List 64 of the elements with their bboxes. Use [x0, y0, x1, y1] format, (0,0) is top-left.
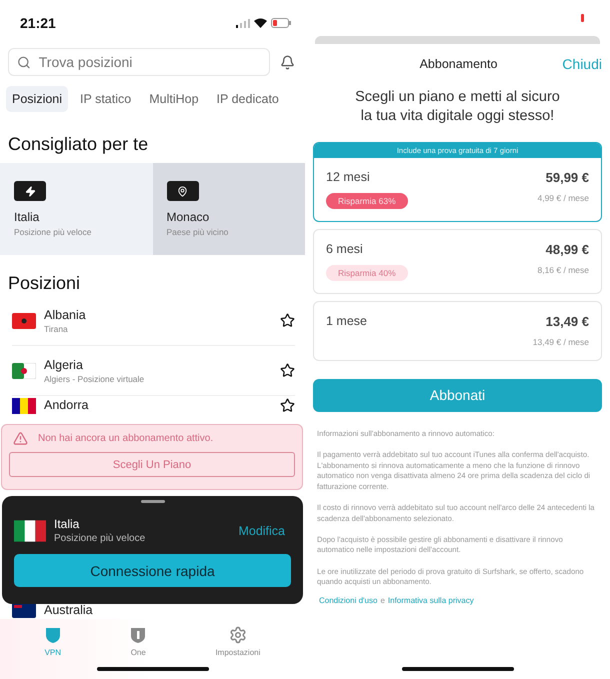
link-joiner: e	[380, 596, 385, 605]
card-subtitle: Paese più vicino	[166, 227, 230, 237]
location-subtitle: Tirana	[44, 324, 69, 334]
location-card[interactable]: Monaco Paese più vicino	[152, 163, 305, 255]
plan-option[interactable]: 6 mesi 48,99 € Risparmia 40% 8,16 € / mese	[313, 228, 602, 294]
plan-price: 59,99 €	[544, 170, 589, 185]
star-icon[interactable]	[280, 398, 295, 413]
card-subtitle: Posizione più veloce	[14, 227, 92, 237]
edit-link[interactable]: Modifica	[232, 522, 291, 538]
sheet-handle[interactable]	[140, 500, 164, 503]
tab[interactable]: MultiHop	[143, 86, 205, 112]
monthly-price: 4,99 € / mese	[537, 192, 589, 205]
location-subtitle: Posizione più veloce	[54, 533, 146, 544]
card-title: Monaco	[166, 210, 210, 224]
location-name[interactable]: Andorra	[44, 398, 272, 412]
signal-icon	[236, 18, 250, 28]
map-pin-icon	[166, 181, 198, 201]
plan-duration: 6 mesi	[326, 242, 364, 257]
plan-option[interactable]: 1 mese 13,49 € 13,49 € / mese	[313, 300, 602, 361]
plan-price: 48,99 €	[544, 242, 589, 257]
location-card[interactable]: Italia Posizione più veloce	[0, 163, 152, 255]
search-icon	[17, 54, 31, 70]
tab[interactable]: IP statico	[74, 86, 138, 112]
savings-tag: Risparmia 63%	[326, 192, 408, 209]
plan-duration: 1 mese	[326, 314, 368, 330]
sheet-title: Abbonamento	[420, 57, 498, 71]
alert-message: Non hai ancora un abbonamento attivo.	[38, 433, 214, 444]
tab-bar-item[interactable]: One	[124, 625, 152, 661]
section-title: Posizioni	[7, 272, 82, 295]
search-field[interactable]: Trova posizioni	[8, 48, 270, 76]
location-name: Italia	[54, 517, 80, 531]
location-name[interactable]: Australia	[44, 603, 93, 617]
monthly-price: 13,49 € / mese	[532, 337, 589, 348]
wifi-icon	[254, 18, 267, 28]
card-title: Italia	[14, 210, 40, 224]
star-icon[interactable]	[280, 363, 295, 378]
flag-icon	[14, 518, 46, 542]
plan-duration: 12 mesi	[326, 170, 371, 185]
flag-icon	[12, 362, 36, 378]
location-subtitle: Algiers - Posizione virtuale	[44, 374, 146, 384]
warning-icon	[13, 431, 28, 446]
battery-icon	[581, 14, 584, 22]
bell-icon[interactable]	[280, 54, 295, 70]
shield-icon	[44, 626, 61, 644]
headline: Scegli un piano e metti al sicuro la tua vita digitale oggi stesso!	[354, 88, 561, 126]
search-input[interactable]: Trova posizioni	[36, 53, 261, 71]
quick-connect-button[interactable]: Connessione rapida	[14, 554, 291, 587]
location-name[interactable]: Algeria	[44, 358, 272, 372]
lightning-icon	[14, 181, 46, 201]
status-time: 21:21	[20, 15, 56, 31]
location-name[interactable]: Albania	[44, 308, 272, 322]
flag-icon	[12, 312, 36, 328]
section-title: Consigliato per te	[7, 133, 150, 156]
tab[interactable]: IP dedicato	[210, 86, 285, 112]
flag-icon	[12, 398, 36, 414]
shield-badge-icon	[130, 626, 146, 644]
star-icon[interactable]	[280, 313, 295, 328]
tab-bar-item[interactable]: Impostazioni	[209, 625, 266, 661]
battery-icon	[271, 18, 291, 28]
plan-price: 13,49 €	[544, 314, 589, 330]
monthly-price: 8,16 € / mese	[537, 264, 589, 277]
settings-icon	[228, 626, 247, 644]
tab[interactable]: Posizioni	[6, 86, 68, 112]
savings-tag: Risparmia 40%	[326, 264, 408, 281]
